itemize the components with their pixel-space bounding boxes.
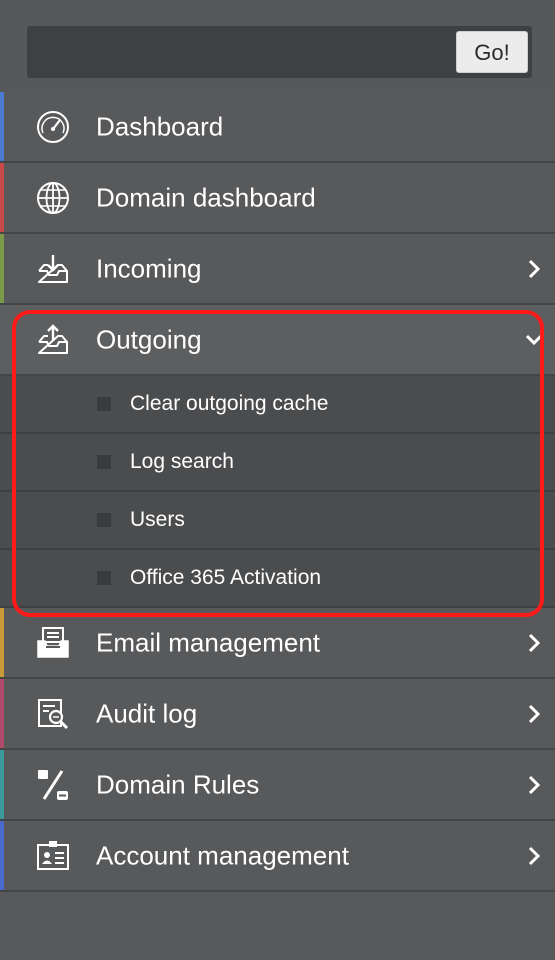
chevron-down-icon[interactable]: [523, 329, 545, 351]
sidebar-menu: Dashboard Domain dashboard Incoming Outg…: [0, 92, 555, 892]
submenu-item-label: Users: [130, 508, 185, 531]
sidebar-item-account-management[interactable]: Account management: [0, 821, 555, 892]
id-card-icon: [34, 837, 72, 875]
accent-bar: [0, 821, 4, 890]
accent-bar: [0, 92, 4, 161]
bullet-icon: [97, 397, 111, 411]
outgoing-submenu: Clear outgoing cache Log search Users Of…: [0, 376, 555, 608]
submenu-item-log-search[interactable]: Log search: [0, 434, 555, 492]
search-bar: Go!: [0, 0, 555, 92]
inbox-download-icon: [34, 250, 72, 288]
email-tray-icon: [34, 624, 72, 662]
sidebar-item-label: Dashboard: [96, 111, 224, 141]
bullet-icon: [97, 513, 111, 527]
chevron-right-icon[interactable]: [523, 845, 545, 867]
sidebar-item-label: Domain Rules: [96, 769, 260, 799]
sidebar-item-email-management[interactable]: Email management: [0, 608, 555, 679]
accent-bar: [0, 679, 4, 748]
sidebar-item-domain-dashboard[interactable]: Domain dashboard: [0, 163, 555, 234]
sidebar: Go! Dashboard Domain dashboard Incoming …: [0, 0, 555, 960]
audit-search-icon: [34, 695, 72, 733]
search-box: Go!: [27, 26, 532, 78]
search-input[interactable]: [27, 26, 447, 78]
percent-rules-icon: [34, 766, 72, 804]
sidebar-item-audit-log[interactable]: Audit log: [0, 679, 555, 750]
submenu-item-label: Clear outgoing cache: [130, 392, 329, 415]
bullet-icon: [97, 571, 111, 585]
submenu-item-label: Office 365 Activation: [130, 566, 322, 589]
chevron-right-icon[interactable]: [523, 632, 545, 654]
submenu-item-label: Log search: [130, 450, 234, 473]
chevron-right-icon[interactable]: [523, 258, 545, 280]
sidebar-item-label: Incoming: [96, 253, 202, 283]
chevron-right-icon[interactable]: [523, 774, 545, 796]
sidebar-item-label: Domain dashboard: [96, 182, 316, 212]
go-button[interactable]: Go!: [456, 31, 528, 73]
submenu-item-office-365-activation[interactable]: Office 365 Activation: [0, 550, 555, 608]
outbox-upload-icon: [34, 321, 72, 359]
chevron-right-icon[interactable]: [523, 703, 545, 725]
accent-bar: [0, 234, 4, 303]
sidebar-item-outgoing[interactable]: Outgoing: [0, 305, 555, 376]
sidebar-item-label: Outgoing: [96, 324, 202, 354]
sidebar-item-label: Email management: [96, 627, 320, 657]
sidebar-item-label: Audit log: [96, 698, 198, 728]
sidebar-item-incoming[interactable]: Incoming: [0, 234, 555, 305]
accent-bar: [0, 750, 4, 819]
globe-icon: [34, 179, 72, 217]
sidebar-item-domain-rules[interactable]: Domain Rules: [0, 750, 555, 821]
sidebar-item-dashboard[interactable]: Dashboard: [0, 92, 555, 163]
submenu-item-clear-outgoing-cache[interactable]: Clear outgoing cache: [0, 376, 555, 434]
sidebar-item-label: Account management: [96, 840, 349, 870]
accent-bar: [0, 608, 4, 677]
bullet-icon: [97, 455, 111, 469]
accent-bar: [0, 163, 4, 232]
submenu-item-users[interactable]: Users: [0, 492, 555, 550]
dashboard-gauge-icon: [34, 108, 72, 146]
